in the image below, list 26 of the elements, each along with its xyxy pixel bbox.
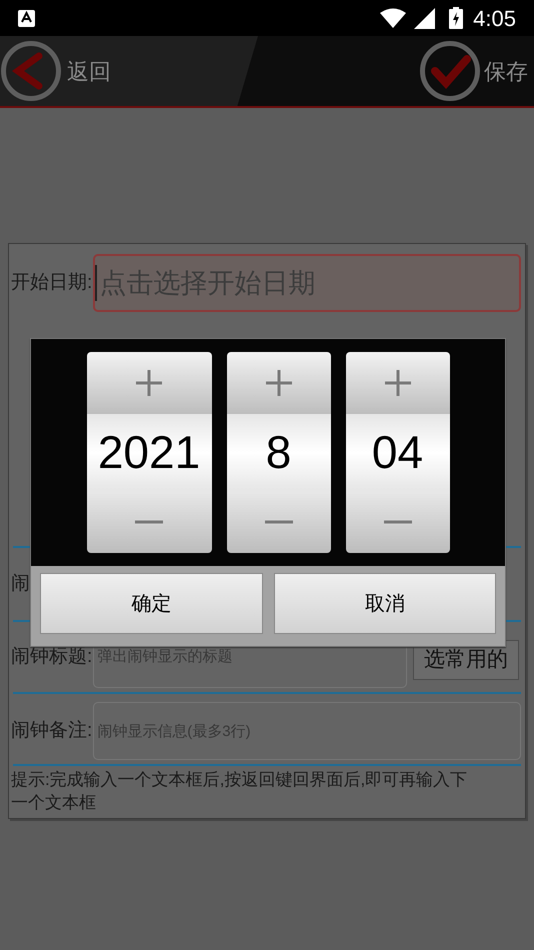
picker-value[interactable]: 8 <box>226 414 330 491</box>
plus-icon <box>135 369 163 397</box>
minus-icon <box>384 520 412 524</box>
field-label: 闹钟备注: <box>11 718 92 743</box>
hint-text: 提示:完成输入一个文本框后,按返回键回界面后,即可再输入下一个文本框 <box>11 769 468 814</box>
picker-value[interactable]: 2021 <box>86 414 212 491</box>
plus-icon <box>384 369 412 397</box>
check-icon <box>420 41 480 101</box>
keyboard-notification-icon <box>18 10 35 26</box>
minus-icon <box>135 520 163 524</box>
battery-charging-icon <box>449 7 464 29</box>
signal-icon <box>414 8 436 28</box>
cancel-button[interactable]: 取消 <box>274 573 496 634</box>
confirm-button[interactable]: 确定 <box>40 573 262 634</box>
increment-button[interactable] <box>346 352 450 414</box>
save-button[interactable]: 保存 <box>420 41 534 101</box>
wifi-icon <box>380 8 406 28</box>
increment-button[interactable] <box>86 352 212 414</box>
text-cursor <box>95 265 98 301</box>
status-time: 4:05 <box>473 4 516 32</box>
field-label: 开始日期: <box>11 270 92 295</box>
picker-value[interactable]: 04 <box>346 414 450 491</box>
increment-button[interactable] <box>226 352 330 414</box>
plus-icon <box>264 369 292 397</box>
field-label: 闹 <box>11 572 30 596</box>
minus-icon <box>264 520 292 524</box>
